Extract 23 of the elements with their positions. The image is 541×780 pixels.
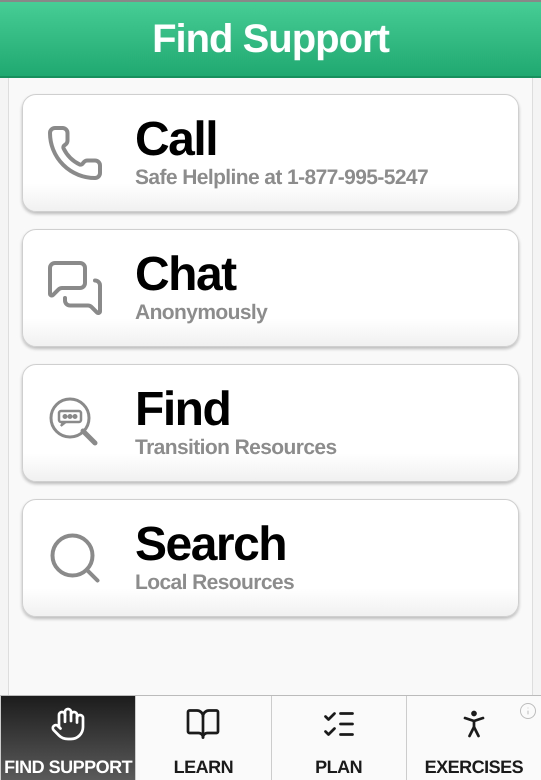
option-card[interactable]: Search Local Resources — [22, 499, 519, 617]
tab[interactable]: FIND SUPPORT — [0, 696, 136, 780]
tab-label: EXERCISES — [424, 757, 524, 778]
tab-label: FIND SUPPORT — [4, 757, 132, 778]
option-subtitle: Anonymously — [135, 301, 268, 325]
chat-bubbles-icon — [45, 258, 105, 318]
tab-label: LEARN — [174, 757, 234, 778]
option-title: Call — [135, 116, 218, 164]
option-card[interactable]: Find Transition Resources — [22, 364, 519, 482]
option-subtitle: Safe Helpline at 1-877-995-5247 — [135, 166, 428, 190]
option-title: Find — [135, 386, 232, 434]
phone-icon — [45, 123, 105, 183]
option-title: Chat — [135, 251, 238, 299]
tab-label: PLAN — [315, 757, 362, 778]
option-card[interactable]: Chat Anonymously — [22, 229, 519, 347]
hand-icon — [50, 706, 86, 742]
book-icon — [185, 706, 222, 742]
option-title: Search — [135, 521, 288, 569]
option-subtitle: Transition Resources — [135, 436, 337, 460]
info-icon[interactable] — [519, 702, 537, 720]
option-subtitle: Local Resources — [135, 571, 294, 595]
option-card[interactable]: Call Safe Helpline at 1-877-995-5247 — [22, 94, 519, 212]
screen-title: Find Support — [152, 16, 389, 62]
